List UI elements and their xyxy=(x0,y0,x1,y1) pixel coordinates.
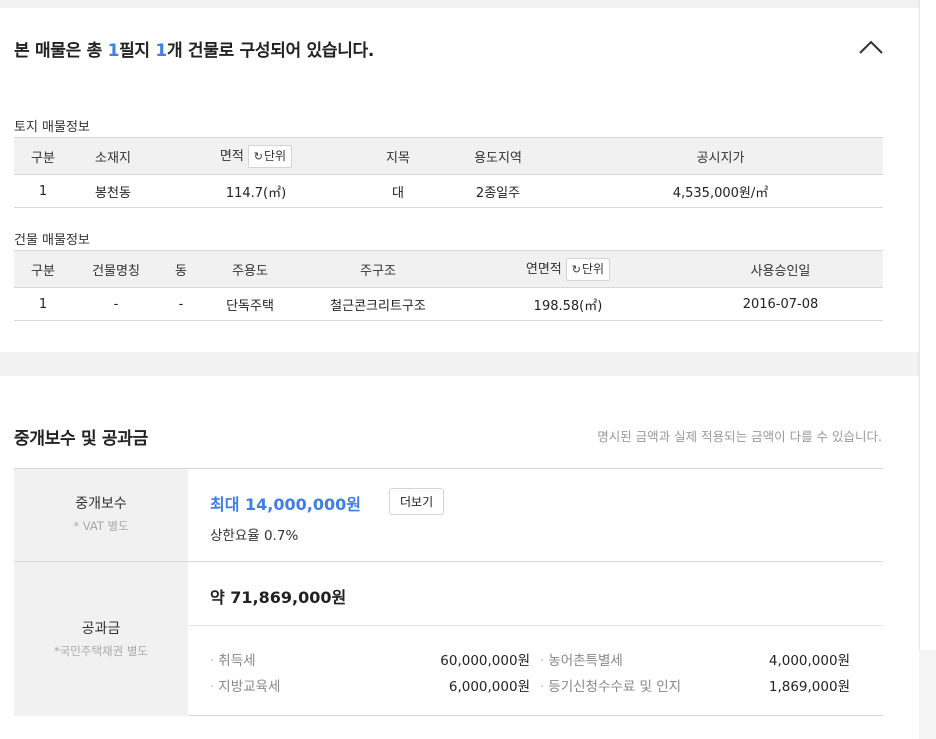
public-fee-label: 공과금 xyxy=(81,621,121,637)
table-cell: 198.58(㎡) xyxy=(458,287,678,321)
tax-item: · 취득세 60,000,000원 xyxy=(210,649,530,669)
main-content: 본 매물은 총 1필지 1개 건물로 구성되어 있습니다. 토지 매물정보 구분… xyxy=(0,0,919,739)
side-panel-bottom xyxy=(919,650,936,739)
col-header: 소재지 xyxy=(72,137,154,175)
brokerage-max-amount: 최대 14,000,000원 xyxy=(210,495,361,514)
public-fee-total: 약 71,869,000원 xyxy=(210,588,347,607)
table-row: 1 봉천동 114.7(㎡) 대 2종일주 4,535,000원/㎡ xyxy=(14,174,883,208)
col-header: 공시지가 xyxy=(558,137,883,175)
brokerage-label-cell: 중개보수 * VAT 별도 xyxy=(14,469,188,561)
table-cell: 4,535,000원/㎡ xyxy=(558,174,883,208)
divider xyxy=(188,625,883,626)
summary-headline: 본 매물은 총 1필지 1개 건물로 구성되어 있습니다. xyxy=(14,36,374,61)
bullet-icon: · xyxy=(540,679,545,695)
tax-name: 취득세 xyxy=(218,653,256,669)
public-fee-sublabel: *국민주택채권 별도 xyxy=(53,644,149,658)
more-button[interactable]: 더보기 xyxy=(389,488,445,515)
land-header-row: 구분 소재지 면적 ↻단위 지목 용도지역 공시지가 xyxy=(14,137,883,175)
summary-mid: 필지 xyxy=(119,41,156,61)
col-header-label: 연면적 xyxy=(525,261,562,277)
bullet-icon: · xyxy=(210,679,215,695)
col-header: 동 xyxy=(160,250,202,288)
land-table: 구분 소재지 면적 ↻단위 지목 용도지역 공시지가 1 봉천동 114.7(㎡)… xyxy=(14,137,883,208)
building-table: 구분 건물명칭 동 주용도 주구조 연면적 ↻단위 사용승인일 1 - - 단독주… xyxy=(14,250,883,321)
public-fee-label-cell: 공과금 *국민주택채권 별도 xyxy=(14,561,188,716)
tax-value: 4,000,000원 xyxy=(768,653,850,669)
col-header: 지목 xyxy=(358,137,438,175)
brokerage-sublabel: * VAT 별도 xyxy=(73,519,129,533)
fee-section-title: 중개보수 및 공과금 xyxy=(14,429,148,449)
table-cell: - xyxy=(160,287,202,321)
tax-value: 60,000,000원 xyxy=(440,653,530,669)
summary-prefix: 본 매물은 총 xyxy=(14,41,108,61)
table-cell: 봉천동 xyxy=(72,174,154,208)
table-cell: 1 xyxy=(14,287,72,321)
chevron-up-icon[interactable] xyxy=(858,38,884,56)
building-count: 1 xyxy=(155,41,167,61)
col-header: 사용승인일 xyxy=(678,250,883,288)
table-cell: 2종일주 xyxy=(438,174,558,208)
col-header: 구분 xyxy=(14,250,72,288)
tax-item: · 지방교육세 6,000,000원 xyxy=(210,675,530,695)
tax-name: 등기신청수수료 및 인지 xyxy=(548,679,682,695)
table-cell: - xyxy=(72,287,160,321)
table-cell: 철근콘크리트구조 xyxy=(298,287,458,321)
table-cell: 1 xyxy=(14,174,72,208)
unit-toggle-button[interactable]: ↻단위 xyxy=(247,144,293,168)
unit-toggle-label: 단위 xyxy=(264,148,287,163)
brokerage-label: 중개보수 xyxy=(75,496,127,512)
col-header: 용도지역 xyxy=(438,137,558,175)
table-cell: 114.7(㎡) xyxy=(154,174,358,208)
col-header-area: 면적 ↻단위 xyxy=(154,137,358,175)
refresh-icon: ↻ xyxy=(253,149,264,163)
col-header: 건물명칭 xyxy=(72,250,160,288)
land-section-label: 토지 매물정보 xyxy=(14,120,90,135)
table-cell: 2016-07-08 xyxy=(678,287,883,321)
refresh-icon: ↻ xyxy=(571,262,581,276)
brokerage-rate: 상한요율 0.7% xyxy=(210,528,299,544)
table-row: 1 - - 단독주택 철근콘크리트구조 198.58(㎡) 2016-07-08 xyxy=(14,287,883,321)
unit-toggle-button[interactable]: ↻단위 xyxy=(565,257,611,281)
table-cell: 대 xyxy=(358,174,438,208)
col-header: 구분 xyxy=(14,137,72,175)
table-cell: 단독주택 xyxy=(202,287,298,321)
side-panel xyxy=(919,0,936,650)
fee-disclaimer: 명시된 금액과 실제 적용되는 금액이 다를 수 있습니다. xyxy=(597,429,882,444)
tax-name: 지방교육세 xyxy=(218,679,281,695)
tax-item: · 등기신청수수료 및 인지 1,869,000원 xyxy=(540,675,850,695)
col-header-label: 면적 xyxy=(219,148,244,164)
divider xyxy=(188,561,883,562)
tax-value: 1,869,000원 xyxy=(768,679,850,695)
col-header: 주구조 xyxy=(298,250,458,288)
unit-toggle-label: 단위 xyxy=(582,261,605,276)
tax-value: 6,000,000원 xyxy=(448,679,530,695)
tax-name: 농어촌특별세 xyxy=(548,653,623,669)
bullet-icon: · xyxy=(210,653,215,669)
bullet-icon: · xyxy=(540,653,545,669)
summary-suffix: 개 건물로 구성되어 있습니다. xyxy=(166,41,375,61)
land-count: 1 xyxy=(107,41,120,61)
col-header: 주용도 xyxy=(202,250,298,288)
fee-table: 중개보수 * VAT 별도 최대 14,000,000원 더보기 상한요율 0.… xyxy=(14,468,883,716)
building-header-row: 구분 건물명칭 동 주용도 주구조 연면적 ↻단위 사용승인일 xyxy=(14,250,883,288)
tax-item: · 농어촌특별세 4,000,000원 xyxy=(540,649,850,669)
col-header-floor-area: 연면적 ↻단위 xyxy=(458,250,678,288)
building-section-label: 건물 매물정보 xyxy=(14,233,90,248)
